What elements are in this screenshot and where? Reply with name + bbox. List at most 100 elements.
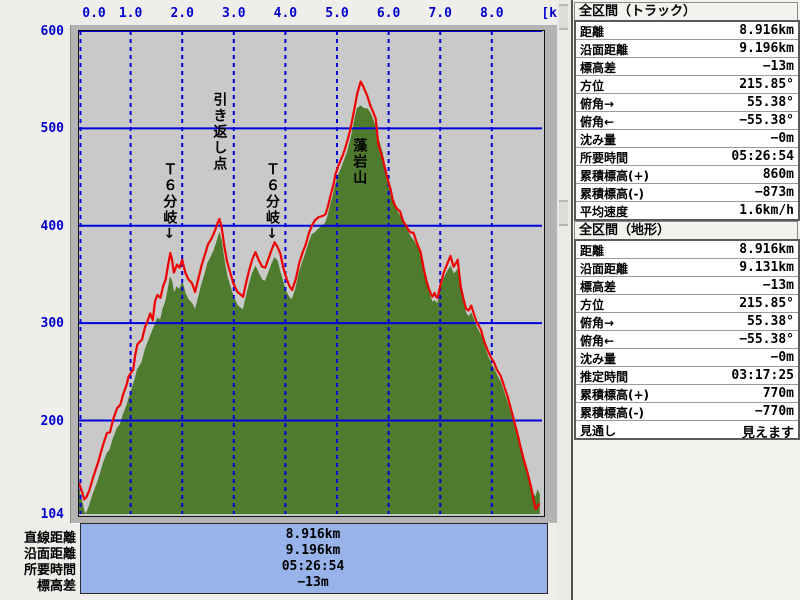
panel0-row-5: 俯角← −55.38° [576, 112, 798, 130]
panel0-row-9: 累積標高(-) −873m [576, 184, 798, 202]
panel1-row-2-label: 標高差 [580, 278, 616, 295]
elevation-chart-svg [79, 31, 542, 514]
panel1-row-3: 方位 215.85° [576, 295, 798, 313]
panel0-row-10-value: 1.6km/h [739, 203, 794, 218]
panel1-row-8-value: 770m [763, 386, 794, 401]
panel1-row-10-label: 見通し [580, 422, 616, 439]
panel0-row-3-label: 方位 [580, 77, 604, 94]
panel0-row-4-value: 55.38° [747, 95, 794, 110]
panel1-row-6-label: 沈み量 [580, 350, 616, 367]
x-tick-5.0: 5.0 [325, 6, 348, 22]
panel0-row-1-label: 沿面距離 [580, 41, 628, 58]
panel1-row-5: 俯角← −55.38° [576, 331, 798, 349]
panel1-row-3-value: 215.85° [739, 296, 794, 311]
x-tick-3.0: 3.0 [222, 6, 245, 22]
y-tick-104: 104 [22, 507, 64, 522]
panel1-row-9-label: 累積標高(-) [580, 404, 644, 421]
panel0-row-6-value: −0m [771, 131, 794, 146]
panel0-row-7-label: 所要時間 [580, 149, 628, 166]
panel0-row-0-label: 距離 [580, 23, 604, 40]
panel1-row-1: 沿面距離 9.131km [576, 259, 798, 277]
panel0-row-10-label: 平均速度 [580, 203, 628, 220]
panel1-row-4-label: 俯角→ [580, 314, 614, 331]
panel1-row-0-label: 距離 [580, 242, 604, 259]
summary-value-2: 05:26:54 [80, 559, 546, 575]
x-tick-7.0: 7.0 [428, 6, 451, 22]
statistics-column: 全区間（トラック） 距離 8.916km 沿面距離 9.196km 標高差 −13m 方位 2… [573, 0, 800, 600]
panel0-row-7-value: 05:26:54 [731, 149, 794, 164]
x-axis-ticks: 0.0 1.0 2.0 3.0 4.0 5.0 6.0 7.0 8.0 [0, 0, 600, 25]
panel0-row-1: 沿面距離 9.196km [576, 40, 798, 58]
panel0-row-9-label: 累積標高(-) [580, 185, 644, 202]
panel1-row-4-value: 55.38° [747, 314, 794, 329]
track-panel-table: 距離 8.916km 沿面距離 9.196km 標高差 −13m 方位 215.85° 俯角→ 5… [574, 20, 800, 221]
panel1-row-7: 推定時間 03:17:25 [576, 367, 798, 385]
panel1-row-4: 俯角→ 55.38° [576, 313, 798, 331]
panel1-row-8: 累積標高(+) 770m [576, 385, 798, 403]
panel1-row-9-value: −770m [755, 404, 794, 419]
panel1-row-0: 距離 8.916km [576, 241, 798, 259]
panel1-row-3-label: 方位 [580, 296, 604, 313]
panel0-row-6-label: 沈み量 [580, 131, 616, 148]
panel0-row-1-value: 9.196km [739, 41, 794, 56]
panel1-row-1-label: 沿面距離 [580, 260, 628, 277]
pane-splitter[interactable] [557, 0, 571, 600]
summary-value-1: 9.196km [80, 543, 546, 559]
track-panel-title: 全区間（トラック） [574, 2, 798, 21]
panel0-row-0: 距離 8.916km [576, 22, 798, 40]
panel1-row-8-label: 累積標高(+) [580, 386, 649, 403]
splitter-handle-top[interactable] [559, 4, 568, 30]
x-tick-2.0: 2.0 [170, 6, 193, 22]
panel0-row-2-value: −13m [763, 59, 794, 74]
panel1-row-7-value: 03:17:25 [731, 368, 794, 383]
x-tick-4.0: 4.0 [274, 6, 297, 22]
panel0-row-3-value: 215.85° [739, 77, 794, 92]
y-tick-200: 200 [22, 414, 64, 429]
panel0-row-3: 方位 215.85° [576, 76, 798, 94]
summary-value-3: −13m [80, 575, 546, 591]
panel0-row-4: 俯角→ 55.38° [576, 94, 798, 112]
summary-values: 8.916km9.196km05:26:54−13m [0, 523, 557, 593]
y-tick-300: 300 [22, 316, 64, 331]
panel1-row-10: 見通し 見えます [576, 421, 798, 438]
panel0-row-2-label: 標高差 [580, 59, 616, 76]
panel1-row-6: 沈み量 −0m [576, 349, 798, 367]
panel1-row-10-value: 見えます [742, 422, 794, 441]
panel1-row-5-value: −55.38° [739, 332, 794, 347]
panel0-row-6: 沈み量 −0m [576, 130, 798, 148]
panel1-row-0-value: 8.916km [739, 242, 794, 257]
panel0-row-2: 標高差 −13m [576, 58, 798, 76]
panel1-row-1-value: 9.131km [739, 260, 794, 275]
panel1-row-9: 累積標高(-) −770m [576, 403, 798, 421]
x-tick-0.0: 0.0 [82, 6, 105, 22]
panel1-row-6-value: −0m [771, 350, 794, 365]
panel0-row-5-value: −55.38° [739, 113, 794, 128]
splitter-handle-mid[interactable] [559, 200, 568, 226]
panel0-row-7: 所要時間 05:26:54 [576, 148, 798, 166]
x-tick-6.0: 6.0 [377, 6, 400, 22]
y-tick-600: 600 [22, 24, 64, 39]
x-tick-8.0: 8.0 [480, 6, 503, 22]
panel0-row-5-label: 俯角← [580, 113, 614, 130]
panel0-row-4-label: 俯角→ [580, 95, 614, 112]
y-tick-500: 500 [22, 121, 64, 136]
y-tick-400: 400 [22, 219, 64, 234]
x-tick-1.0: 1.0 [119, 6, 142, 22]
panel0-row-10: 平均速度 1.6km/h [576, 202, 798, 219]
panel0-row-8: 累積標高(+) 860m [576, 166, 798, 184]
summary-value-0: 8.916km [80, 527, 546, 543]
terrain-panel-table: 距離 8.916km 沿面距離 9.131km 標高差 −13m 方位 215.85° 俯角→ 5… [574, 239, 800, 440]
terrain-area [79, 106, 539, 514]
panel0-row-8-value: 860m [763, 167, 794, 182]
panel1-row-5-label: 俯角← [580, 332, 614, 349]
panel0-row-0-value: 8.916km [739, 23, 794, 38]
elevation-profile-window: { "axis": { "unit_label": "[km]", "x_tic… [0, 0, 800, 600]
panel0-row-8-label: 累積標高(+) [580, 167, 649, 184]
panel1-row-2-value: −13m [763, 278, 794, 293]
panel1-row-2: 標高差 −13m [576, 277, 798, 295]
terrain-panel-title: 全区間（地形） [574, 221, 798, 240]
elevation-plot-area[interactable] [78, 30, 545, 517]
panel1-row-7-label: 推定時間 [580, 368, 628, 385]
y-axis-ticks: 600 500 400 300 200 104 [0, 0, 70, 523]
panel0-row-9-value: −873m [755, 185, 794, 200]
